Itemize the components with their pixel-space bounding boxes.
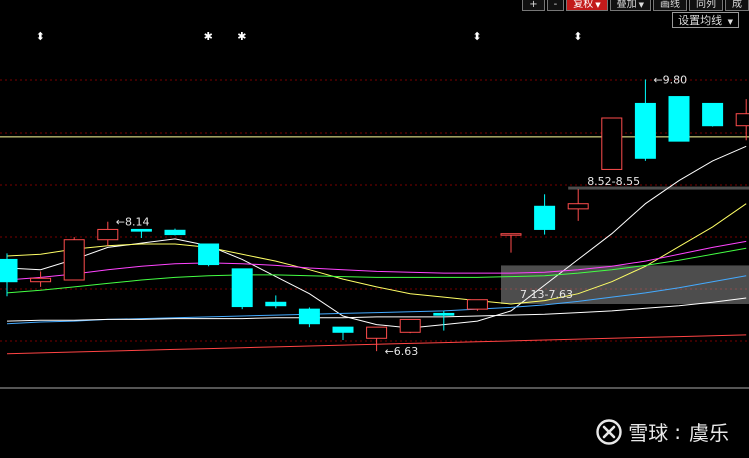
toolbar-button-label: - xyxy=(553,0,558,10)
candle-down xyxy=(231,268,253,308)
chart-toolbar: + - 复权 ▼ 叠加 ▼ 画线 同列成 xyxy=(520,0,749,11)
range-bands xyxy=(501,186,749,304)
candle-up xyxy=(399,318,421,333)
candle-down xyxy=(433,312,455,316)
candle-down xyxy=(0,258,18,283)
candle-down xyxy=(198,243,220,266)
price-annotation: ←9.80 xyxy=(653,73,687,86)
annotation-labels: ←8.14 ←6.63 ←9.80 7.13-7.63 8.52-8.55 ⬍ ✱ ✱ ⬍ ⬍ xyxy=(36,30,688,358)
candle-up xyxy=(500,233,522,236)
candle-down xyxy=(534,205,556,230)
toolbar-button-6[interactable]: 成 xyxy=(725,0,749,11)
watermark: 雪球 : 虞乐 xyxy=(596,417,729,446)
candle-up xyxy=(97,228,119,241)
toolbar-button-3[interactable]: 叠加 ▼ xyxy=(609,0,651,11)
watermark-separator: : xyxy=(674,419,681,444)
event-marker-icon: ⬍ xyxy=(573,30,582,43)
toolbar-button-label: 成 xyxy=(732,0,742,10)
price-annotation: ←8.14 xyxy=(116,216,150,229)
toolbar-button-label: + xyxy=(529,0,538,10)
toolbar-button-4[interactable]: 画线 xyxy=(653,0,687,11)
candle-down xyxy=(164,229,186,236)
candle-down xyxy=(634,102,656,159)
candle-up xyxy=(735,113,749,127)
chevron-down-icon: ▼ xyxy=(638,1,644,9)
toolbar-button-label: 叠加 xyxy=(616,0,637,10)
event-marker-icon: ✱ xyxy=(204,30,213,43)
candle-down xyxy=(332,326,354,333)
range-label: 7.13-7.63 xyxy=(520,288,573,301)
candle-up xyxy=(366,326,388,339)
ma-settings-label: 设置均线 xyxy=(678,14,723,27)
ma-settings-button[interactable]: 设置均线 ▼ xyxy=(672,12,739,28)
candle-down xyxy=(130,228,152,232)
snowball-logo-icon xyxy=(596,418,622,445)
toolbar-button-5[interactable]: 同列 xyxy=(689,0,723,11)
price-annotation: ←6.63 xyxy=(385,345,419,358)
toolbar-button-label: 画线 xyxy=(660,0,680,10)
candle-down xyxy=(668,96,690,142)
candle-up xyxy=(63,239,85,281)
toolbar-button-2[interactable]: 复权 ▼ xyxy=(566,0,608,11)
toolbar-button-1[interactable]: - xyxy=(546,0,565,11)
candles xyxy=(0,79,749,352)
range-label: 8.52-8.55 xyxy=(587,175,640,188)
chevron-down-icon: ▼ xyxy=(595,1,601,9)
toolbar-button-0[interactable]: + xyxy=(522,0,545,11)
watermark-brand: 雪球 xyxy=(628,421,669,445)
chevron-down-icon: ▼ xyxy=(727,18,733,26)
toolbar-button-label: 复权 xyxy=(573,0,594,10)
toolbar-button-label: 同列 xyxy=(696,0,716,10)
watermark-author: 虞乐 xyxy=(689,421,729,445)
candle-up xyxy=(466,299,488,310)
event-marker-icon: ✱ xyxy=(237,30,246,43)
candle-down xyxy=(298,308,320,325)
candle-up xyxy=(30,277,52,283)
candle-down xyxy=(265,301,287,307)
event-marker-icon: ⬍ xyxy=(472,30,481,43)
candle-up xyxy=(601,117,623,170)
event-marker-icon: ⬍ xyxy=(36,30,45,43)
candle-up xyxy=(567,203,589,210)
candlestick-chart: ←8.14 ←6.63 ←9.80 7.13-7.63 8.52-8.55 ⬍ ✱ ✱ ⬍ ⬍ xyxy=(0,30,749,389)
candle-down xyxy=(702,102,724,127)
